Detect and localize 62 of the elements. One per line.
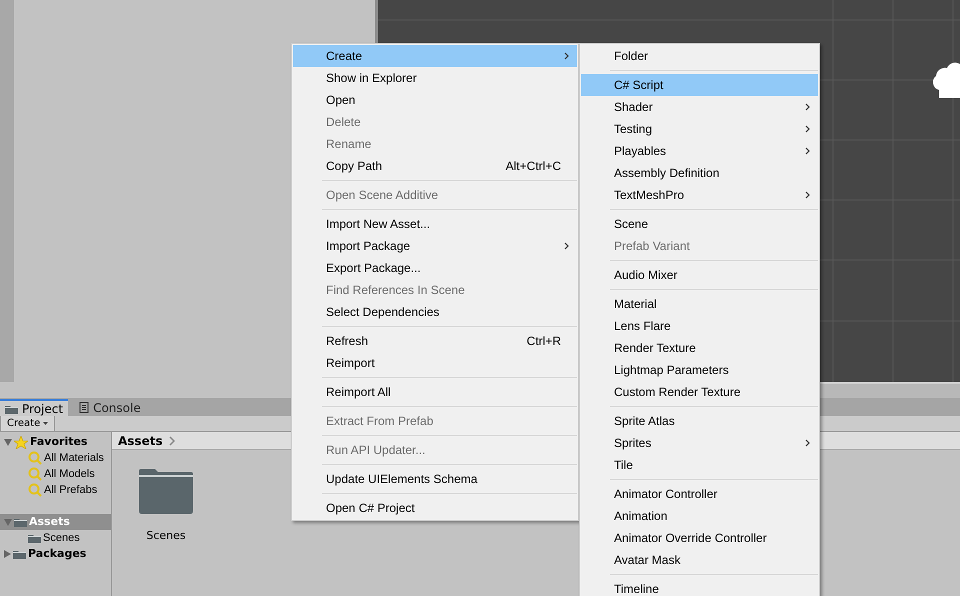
menu-item[interactable]: Playables [581, 140, 818, 162]
console-icon [79, 402, 90, 413]
menu-item[interactable]: Import New Asset... [293, 213, 577, 235]
menu-item[interactable]: Material [581, 293, 818, 315]
expanded-arrow-icon [4, 518, 12, 526]
menu-item[interactable]: Animation [581, 505, 818, 527]
menu-item[interactable]: Avatar Mask [581, 549, 818, 571]
search-icon [28, 467, 42, 481]
menu-item[interactable]: Create [293, 45, 577, 67]
folder-icon [137, 468, 195, 516]
menu-item[interactable]: Custom Render Texture [581, 381, 818, 403]
tree-item[interactable]: Favorites [0, 434, 111, 450]
menu-item[interactable]: TextMeshPro [581, 184, 818, 206]
tree-item[interactable]: Scenes [0, 530, 111, 546]
menu-item[interactable]: Tile [581, 454, 818, 476]
menu-item[interactable]: Reimport [293, 352, 577, 374]
menu-item[interactable]: Animator Controller [581, 483, 818, 505]
menu-item[interactable]: Open [293, 89, 577, 111]
file-label: Scenes [146, 528, 186, 544]
menu-item[interactable]: Sprite Atlas [581, 410, 818, 432]
folder-icon [13, 549, 26, 559]
menu-item[interactable]: Testing [581, 118, 818, 140]
menu-item[interactable]: Update UIElements Schema [293, 468, 577, 490]
chevron-icon [168, 436, 175, 446]
menu-item[interactable]: Reimport All [293, 381, 577, 403]
tree-item[interactable]: All Materials [0, 450, 111, 466]
expanded-arrow-icon [4, 438, 12, 446]
menu-item[interactable]: Audio Mixer [581, 264, 818, 286]
menu-item[interactable]: Import Package [293, 235, 577, 257]
star-icon [14, 436, 28, 448]
panel-tab[interactable]: Project [0, 399, 68, 416]
shortcut-label: Alt+Ctrl+C [506, 158, 561, 175]
tree-item[interactable]: All Models [0, 466, 111, 482]
shortcut-label: Ctrl+R [526, 333, 561, 350]
menu-item[interactable]: Animator Override Controller [581, 527, 818, 549]
menu-item[interactable]: Timeline [581, 578, 818, 596]
folder-icon [5, 404, 18, 414]
tree-item[interactable]: Packages [0, 546, 111, 562]
menu-item[interactable]: Refresh Ctrl+R [293, 330, 577, 352]
tree-item[interactable]: All Prefabs [0, 482, 111, 498]
menu-item[interactable]: Shader [581, 96, 818, 118]
search-icon [28, 483, 42, 497]
breadcrumb-item[interactable]: Assets [118, 432, 163, 450]
folder-icon [28, 533, 41, 543]
menu-item[interactable]: Open C# Project [293, 497, 577, 519]
menu-item[interactable]: Lightmap Parameters [581, 359, 818, 381]
menu-item[interactable]: Lens Flare [581, 315, 818, 337]
menu-item[interactable]: Sprites [581, 432, 818, 454]
menu-item[interactable]: Assembly Definition [581, 162, 818, 184]
search-icon [28, 451, 42, 465]
menu-item[interactable]: Scene [581, 213, 818, 235]
create-button[interactable]: Create [0, 416, 56, 431]
menu-item[interactable]: Render Texture [581, 337, 818, 359]
menu-item[interactable]: Copy Path Alt+Ctrl+C [293, 155, 577, 177]
menu-item[interactable]: Select Dependencies [293, 301, 577, 323]
menu-item[interactable]: Folder [581, 45, 818, 67]
menu-item[interactable]: Export Package... [293, 257, 577, 279]
collapsed-arrow-icon [4, 550, 11, 558]
caret-icon [43, 422, 48, 425]
menu-item[interactable]: C# Script [581, 74, 818, 96]
folder-icon [14, 517, 27, 527]
menu-item[interactable]: Show in Explorer [293, 67, 577, 89]
